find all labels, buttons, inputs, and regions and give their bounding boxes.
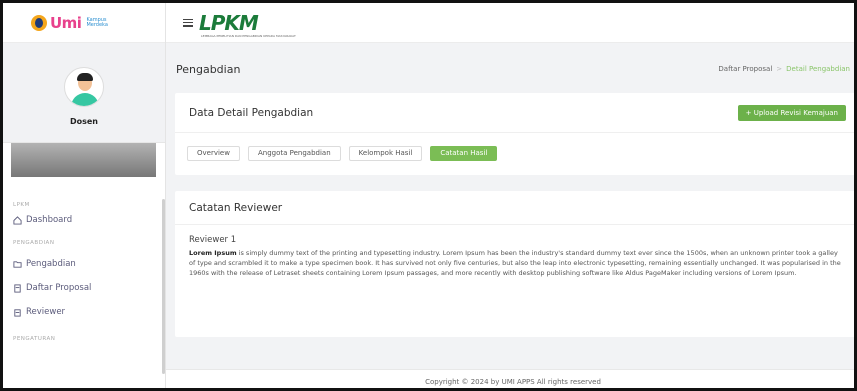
profile-name: Dosen (69, 117, 99, 126)
sidebar-menu: LPKM Dashboard PENGABDIAN Pengabdian Daf… (3, 199, 166, 345)
avatar[interactable] (64, 67, 104, 107)
breadcrumb-separator: > (776, 65, 783, 73)
umi-logo: Umi Kampus Merdeka (31, 14, 108, 32)
brand-name: Umi (50, 13, 82, 32)
lpkm-logo-subtitle: LEMBAGA PENELITIAN DAN PENGABDIAN KEPADA… (201, 33, 296, 38)
sidebar-item-label: Pengabdian (26, 259, 76, 269)
breadcrumb-current: Detail Pengabdian (786, 65, 850, 73)
menu-section-lpkm: LPKM (13, 202, 30, 208)
app-window: Umi Kampus Merdeka Dosen LPKM Dashboard … (0, 0, 857, 391)
tab-bar: Overview Anggota Pengabdian Kelompok Has… (175, 133, 854, 161)
upload-revisi-button[interactable]: + Upload Revisi Kemajuan (737, 104, 846, 121)
sidebar-item-pengabdian[interactable]: Pengabdian (3, 255, 166, 273)
review-card: Catatan Reviewer Reviewer 1 Lorem Ipsum … (175, 191, 854, 337)
sidebar: Umi Kampus Merdeka Dosen LPKM Dashboard … (3, 3, 166, 388)
brand-sub: Kampus Merdeka (84, 17, 108, 28)
review-text-body: is simply dummy text of the printing and… (189, 249, 841, 277)
review-card-title: Catatan Reviewer (189, 201, 283, 214)
review-card-header: Catatan Reviewer (175, 191, 854, 225)
clipboard-icon (14, 308, 21, 317)
page-title: Pengabdian (176, 63, 241, 76)
reviewer-name: Reviewer 1 (189, 235, 237, 245)
tab-anggota-pengabdian[interactable]: Anggota Pengabdian (247, 146, 341, 161)
breadcrumb: Daftar Proposal > Detail Pengabdian (718, 65, 850, 73)
sidebar-item-reviewer[interactable]: Reviewer (3, 303, 166, 321)
brand[interactable]: Umi Kampus Merdeka (3, 3, 165, 43)
footer: Copyright © 2024 by UMI APPS All rights … (166, 369, 854, 388)
review-body: Reviewer 1 Lorem Ipsum is simply dummy t… (175, 225, 854, 278)
home-icon (13, 215, 22, 225)
detail-card-title: Data Detail Pengabdian (189, 106, 314, 119)
profile-banner-image (11, 143, 156, 177)
copyright-text: Copyright © 2024 by UMI APPS All rights … (425, 378, 601, 386)
sidebar-scrollbar[interactable] (162, 199, 165, 374)
breadcrumb-parent[interactable]: Daftar Proposal (718, 65, 772, 73)
sidebar-item-label: Daftar Proposal (26, 283, 92, 293)
profile-panel: Dosen (3, 43, 165, 143)
tab-catatan-hasil[interactable]: Catatan Hasil (430, 146, 498, 161)
folder-icon (13, 260, 22, 268)
umi-mark-icon (31, 14, 47, 31)
review-text: Lorem Ipsum is simply dummy text of the … (189, 248, 846, 278)
document-icon (14, 283, 21, 293)
top-bar: LPKM LEMBAGA PENELITIAN DAN PENGABDIAN K… (166, 3, 854, 43)
brand-sub-line2: Merdeka (86, 21, 108, 28)
menu-section-pengabdian: PENGABDIAN (13, 240, 55, 246)
lpkm-logo-text: LPKM (199, 10, 259, 35)
sidebar-item-dashboard[interactable]: Dashboard (3, 211, 166, 229)
review-text-bold: Lorem Ipsum (189, 249, 237, 257)
tab-overview[interactable]: Overview (187, 146, 240, 161)
sidebar-item-label: Dashboard (26, 215, 73, 225)
detail-card-header: Data Detail Pengabdian + Upload Revisi K… (175, 93, 854, 133)
sidebar-item-daftar-proposal[interactable]: Daftar Proposal (3, 279, 166, 297)
page-header: Pengabdian Daftar Proposal > Detail Peng… (166, 43, 854, 95)
sidebar-item-label: Reviewer (26, 307, 66, 317)
lpkm-logo[interactable]: LPKM LEMBAGA PENELITIAN DAN PENGABDIAN K… (199, 10, 296, 38)
menu-section-pengaturan: PENGATURAN (13, 336, 56, 342)
detail-card: Data Detail Pengabdian + Upload Revisi K… (175, 93, 854, 175)
tab-kelompok-hasil[interactable]: Kelompok Hasil (348, 146, 423, 161)
menu-toggle-icon[interactable] (183, 18, 193, 27)
